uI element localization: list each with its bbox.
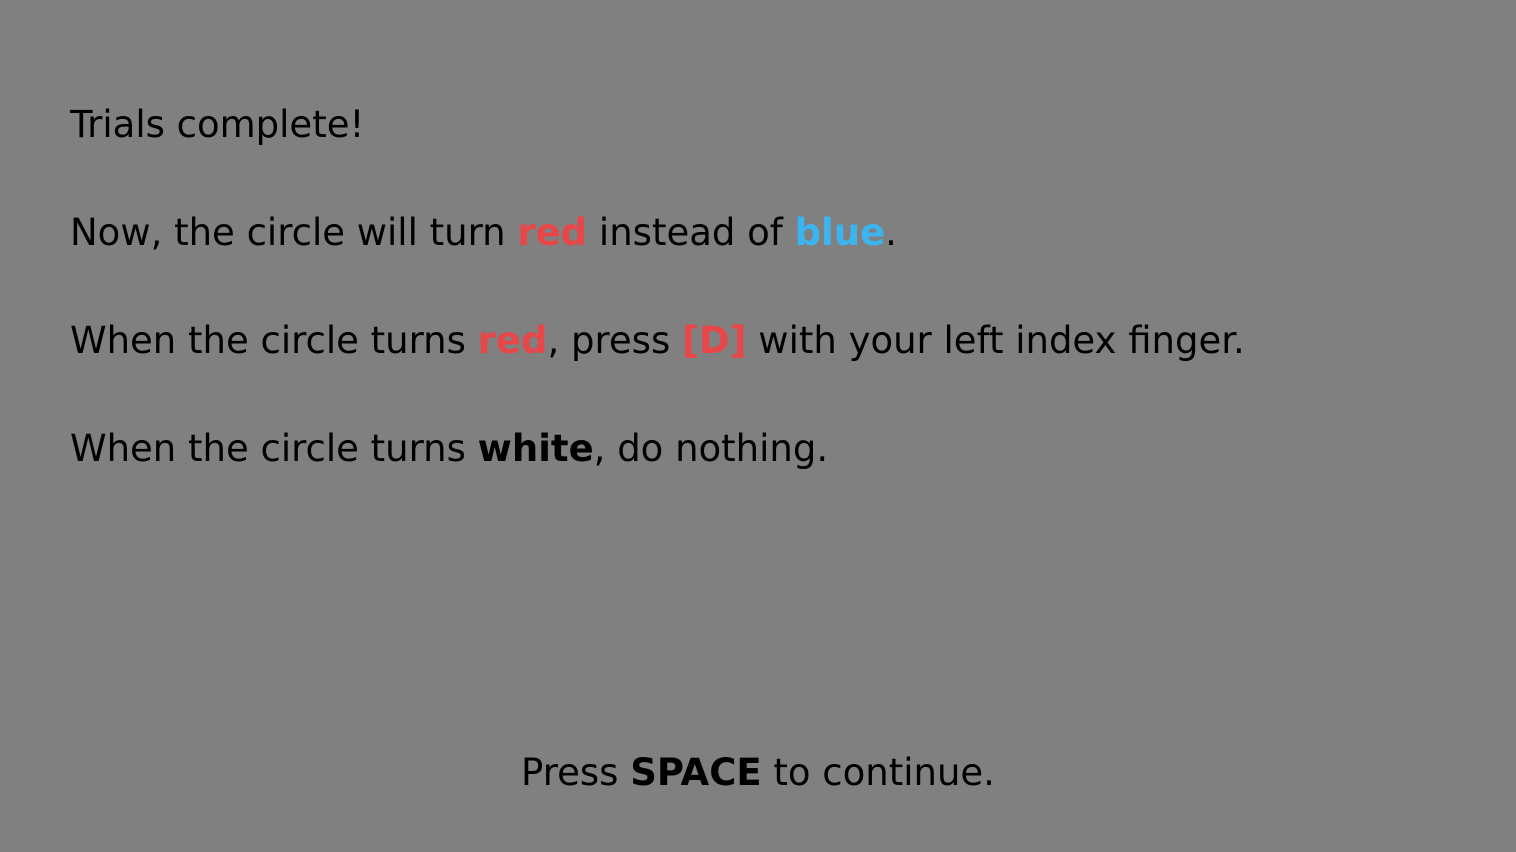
color-change-after: . (885, 211, 897, 254)
d-key-label: [D] (682, 319, 747, 362)
white-keyword: white (477, 427, 594, 470)
instructions-panel: Trials complete! Now, the circle will tu… (70, 98, 1470, 476)
color-change-instruction: Now, the circle will turn red instead of… (70, 206, 1470, 260)
blue-keyword: blue (794, 211, 886, 254)
continue-before: Press (521, 751, 631, 794)
red-response-middle: , press (547, 319, 682, 362)
red-response-instruction: When the circle turns red, press [D] wit… (70, 314, 1470, 368)
color-change-before: Now, the circle will turn (70, 211, 518, 254)
red-response-after: with your left index finger. (746, 319, 1245, 362)
continue-after: to continue. (761, 751, 995, 794)
red-keyword: red (517, 211, 588, 254)
trials-complete-label: Trials complete! (70, 103, 365, 146)
white-response-after: , do nothing. (593, 427, 829, 470)
white-response-instruction: When the circle turns white, do nothing. (70, 422, 1470, 476)
red-keyword: red (477, 319, 548, 362)
trials-complete-text: Trials complete! (70, 98, 1470, 152)
white-response-before: When the circle turns (70, 427, 478, 470)
space-key-label: SPACE (630, 751, 762, 794)
red-response-before: When the circle turns (70, 319, 478, 362)
continue-prompt: Press SPACE to continue. (0, 746, 1516, 800)
color-change-middle: instead of (587, 211, 795, 254)
